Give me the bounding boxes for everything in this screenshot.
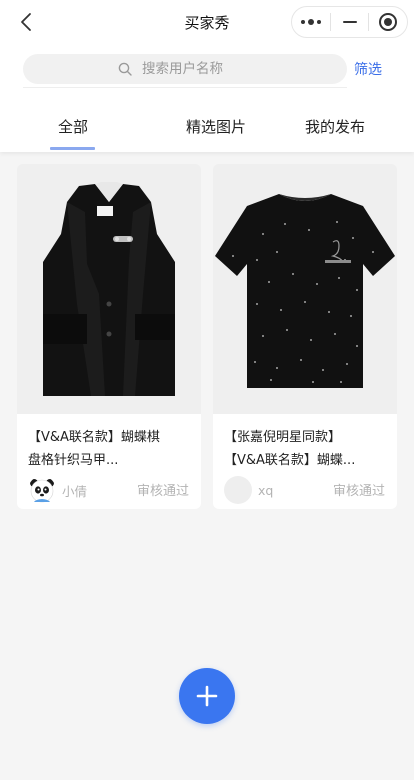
panda-avatar-icon (28, 476, 56, 504)
navbar: 买家秀 (0, 0, 414, 44)
tab-featured-images[interactable]: 精选图片 (156, 116, 276, 137)
post-card[interactable]: 【张嘉倪明星同款】 【V&A联名款】蝴蝶... xq 审核通过 (213, 164, 397, 509)
status-badge: 审核通过 (332, 484, 385, 499)
post-title: 【V&A联名款】蝴蝶棋 盘格针织马甲... (28, 426, 194, 472)
minimize-icon (342, 20, 357, 24)
add-post-button[interactable] (179, 668, 235, 724)
post-author: xq (224, 476, 273, 504)
blank-avatar (224, 476, 252, 504)
post-card[interactable]: 【V&A联名款】蝴蝶棋 盘格针织马甲... 小倩 审核通过 (17, 164, 201, 509)
status-badge: 审核通过 (136, 484, 189, 499)
search-input[interactable] (142, 61, 252, 77)
black-studded-tshirt-photo (213, 164, 397, 414)
post-title-line: 【张嘉倪明星同款】 (224, 430, 342, 445)
search-divider (23, 87, 347, 88)
mini-program-capsule (291, 6, 408, 38)
black-sleeveless-vest-photo (17, 164, 201, 414)
tab-my-posts[interactable]: 我的发布 (290, 116, 380, 137)
tab-all[interactable]: 全部 (30, 116, 116, 137)
plus-icon (196, 685, 218, 707)
active-tab-indicator (50, 147, 95, 150)
post-title-line: 【V&A联名款】蝴蝶棋 (28, 430, 160, 445)
filter-button[interactable]: 筛选 (354, 59, 382, 79)
more-dots-icon (300, 19, 321, 25)
author-name: xq (258, 482, 274, 498)
author-name: 小倩 (62, 483, 88, 499)
tab-bar: 全部 精选图片 我的发布 (0, 110, 414, 152)
close-button[interactable] (369, 7, 407, 37)
post-title: 【张嘉倪明星同款】 【V&A联名款】蝴蝶... (224, 426, 390, 472)
more-button[interactable] (292, 7, 330, 37)
post-author: 小倩 (28, 476, 87, 504)
close-target-icon (379, 13, 398, 31)
post-title-line: 【V&A联名款】蝴蝶... (224, 453, 356, 468)
header: 买家秀 筛选 全部 精选图片 我的发布 (0, 0, 414, 152)
search-bar[interactable] (23, 54, 347, 84)
post-title-line: 盘格针织马甲... (28, 453, 119, 468)
search-icon (118, 62, 132, 76)
minimize-button[interactable] (331, 7, 369, 37)
